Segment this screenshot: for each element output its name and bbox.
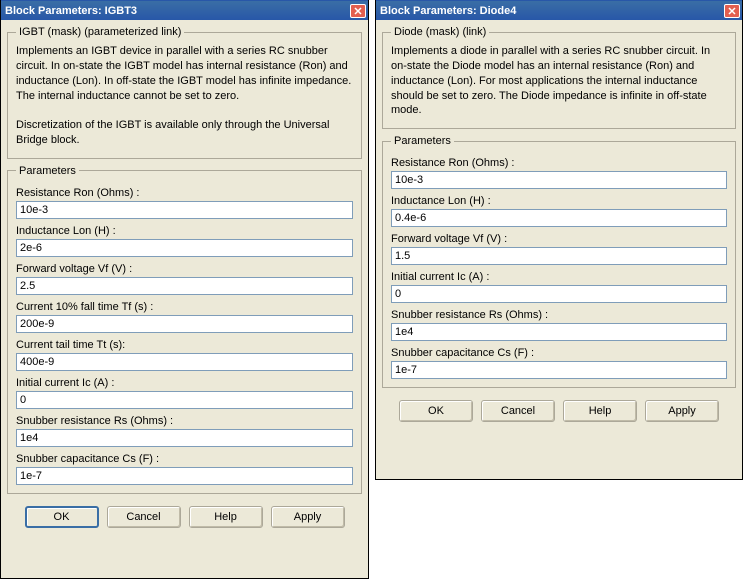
dialog-title: Block Parameters: Diode4 [380, 5, 516, 17]
igbt-dialog: Block Parameters: IGBT3 IGBT (mask) (par… [0, 0, 369, 579]
mask-legend: IGBT (mask) (parameterized link) [16, 26, 184, 38]
mask-description: Implements an IGBT device in parallel wi… [16, 42, 353, 150]
parameters-legend: Parameters [16, 165, 79, 177]
mask-legend: Diode (mask) (link) [391, 26, 489, 38]
cs-label: Snubber capacitance Cs (F) : [391, 347, 727, 359]
vf-input[interactable] [391, 247, 727, 265]
ok-button[interactable]: OK [399, 400, 473, 422]
ron-label: Resistance Ron (Ohms) : [16, 187, 353, 199]
cs-input[interactable] [391, 361, 727, 379]
apply-button[interactable]: Apply [271, 506, 345, 528]
lon-input[interactable] [16, 239, 353, 257]
vf-label: Forward voltage Vf (V) : [16, 263, 353, 275]
lon-label: Inductance Lon (H) : [391, 195, 727, 207]
dialog-content: Diode (mask) (link) Implements a diode i… [376, 20, 742, 432]
mask-fieldset: IGBT (mask) (parameterized link) Impleme… [7, 26, 362, 159]
rs-label: Snubber resistance Rs (Ohms) : [16, 415, 353, 427]
titlebar[interactable]: Block Parameters: IGBT3 [1, 0, 368, 20]
parameters-fieldset: Parameters Resistance Ron (Ohms) : Induc… [7, 165, 362, 494]
vf-input[interactable] [16, 277, 353, 295]
apply-button[interactable]: Apply [645, 400, 719, 422]
cancel-button[interactable]: Cancel [107, 506, 181, 528]
vf-label: Forward voltage Vf (V) : [391, 233, 727, 245]
button-row: OK Cancel Help Apply [382, 394, 736, 426]
ic-input[interactable] [16, 391, 353, 409]
ic-label: Initial current Ic (A) : [16, 377, 353, 389]
ic-label: Initial current Ic (A) : [391, 271, 727, 283]
tf-input[interactable] [16, 315, 353, 333]
close-icon[interactable] [724, 4, 740, 18]
cancel-button[interactable]: Cancel [481, 400, 555, 422]
tf-label: Current 10% fall time Tf (s) : [16, 301, 353, 313]
dialog-title: Block Parameters: IGBT3 [5, 5, 137, 17]
ic-input[interactable] [391, 285, 727, 303]
close-icon[interactable] [350, 4, 366, 18]
rs-label: Snubber resistance Rs (Ohms) : [391, 309, 727, 321]
button-row: OK Cancel Help Apply [7, 500, 362, 532]
ron-input[interactable] [16, 201, 353, 219]
diode-dialog: Block Parameters: Diode4 Diode (mask) (l… [375, 0, 743, 480]
cs-label: Snubber capacitance Cs (F) : [16, 453, 353, 465]
mask-fieldset: Diode (mask) (link) Implements a diode i… [382, 26, 736, 129]
lon-label: Inductance Lon (H) : [16, 225, 353, 237]
help-button[interactable]: Help [189, 506, 263, 528]
ok-button[interactable]: OK [25, 506, 99, 528]
lon-input[interactable] [391, 209, 727, 227]
parameters-fieldset: Parameters Resistance Ron (Ohms) : Induc… [382, 135, 736, 388]
tt-label: Current tail time Tt (s): [16, 339, 353, 351]
mask-description: Implements a diode in parallel with a se… [391, 42, 727, 120]
ron-input[interactable] [391, 171, 727, 189]
ron-label: Resistance Ron (Ohms) : [391, 157, 727, 169]
dialog-content: IGBT (mask) (parameterized link) Impleme… [1, 20, 368, 538]
titlebar[interactable]: Block Parameters: Diode4 [376, 0, 742, 20]
rs-input[interactable] [391, 323, 727, 341]
help-button[interactable]: Help [563, 400, 637, 422]
cs-input[interactable] [16, 467, 353, 485]
rs-input[interactable] [16, 429, 353, 447]
tt-input[interactable] [16, 353, 353, 371]
parameters-legend: Parameters [391, 135, 454, 147]
